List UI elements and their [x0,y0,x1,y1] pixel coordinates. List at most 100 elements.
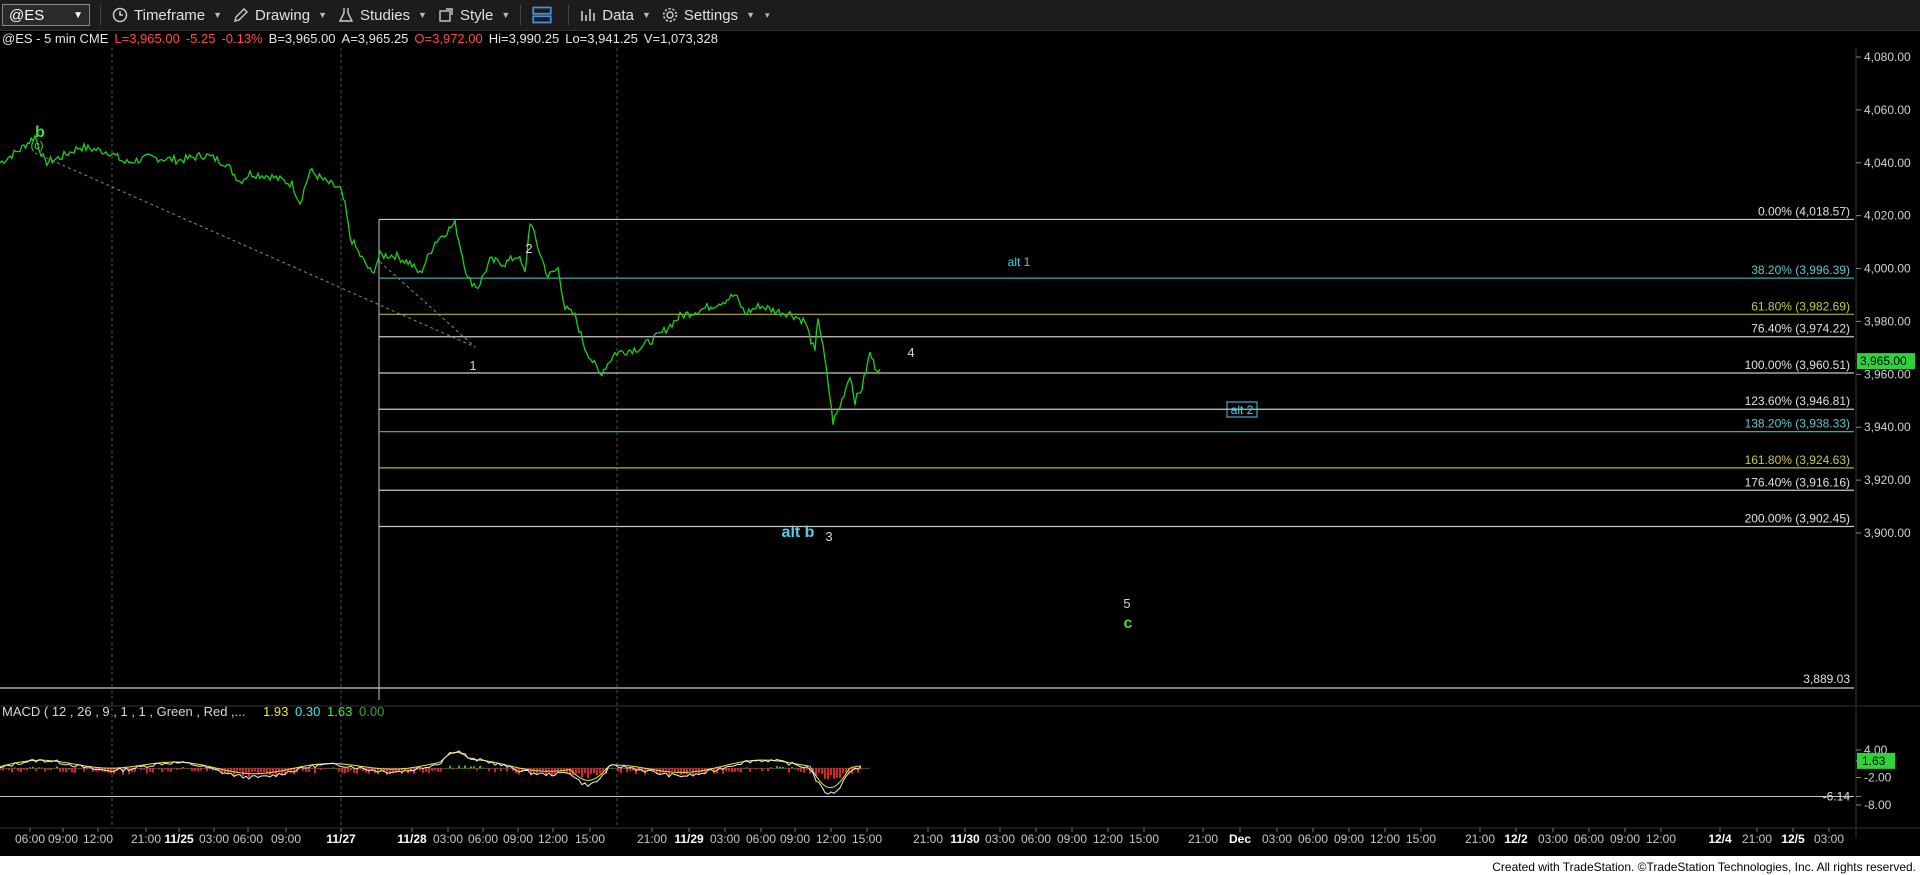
net-change: -5.25 [185,31,216,46]
studies-menu[interactable]: Studies ▼ [337,7,427,24]
time-tick-label: 21:00 [913,832,943,846]
fib-level-label: 138.20% (3,938.33) [1745,417,1850,431]
time-tick-label: 21:00 [637,832,667,846]
wave-label: alt b [782,524,815,541]
time-tick-label: 06:00 [746,832,776,846]
wave-label: 3 [825,529,832,544]
time-tick-label: 09:00 [1057,832,1087,846]
toolbar-separator [520,5,522,25]
time-tick-label: 12/2 [1504,832,1528,846]
chevron-down-icon: ▼ [641,10,651,20]
time-tick-label: 12:00 [1370,832,1400,846]
overflow-chevron-icon[interactable]: ▾ [765,10,770,21]
quote-infobar: @ES - 5 min CME L=3,965.00 -5.25 -0.13% … [0,31,718,48]
time-tick-label: 06:00 [1021,832,1051,846]
time-tick-label: 11/25 [164,832,194,846]
pencil-icon [234,8,249,22]
symbol-selector[interactable]: @ES ▼ [2,4,90,26]
data-menu[interactable]: Data ▼ [579,7,651,24]
fib-level-label: 176.40% (3,916.16) [1745,475,1850,489]
fib-level-label: 123.60% (3,946.81) [1745,394,1850,408]
style-label: Style [459,6,494,24]
wave-label: 5 [1123,596,1130,611]
time-tick-label: 15:00 [852,832,882,846]
toolbar-separator [568,5,570,25]
price-tick-label: 4,060.00 [1864,103,1911,117]
clock-icon [112,7,128,23]
time-tick-label: 06:00 [1298,832,1328,846]
fib-level-label: 0.00% (4,018.57) [1758,204,1850,218]
chart-toolbar: @ES ▼ Timeframe ▼ Drawing ▼ Studies ▼ St… [0,0,1920,31]
wave-label: 1 [469,358,476,373]
time-tick-label: 15:00 [1129,832,1159,846]
wave-label: b [35,124,45,141]
last-price-label: 3,965.00 [1860,354,1907,368]
macd-value: 1.63 [327,704,352,719]
time-tick-label: 03:00 [710,832,740,846]
time-tick-label: 03:00 [1814,832,1844,846]
bid-price: B=3,965.00 [268,31,336,46]
price-chart[interactable]: 4,080.00 4,060.00 4,040.00 4,020.00 4,000.00… [0,48,1920,856]
low-level-label: 3,889.03 [1803,672,1850,686]
time-tick-label: 09:00 [1610,832,1640,846]
time-tick-label: 21:00 [131,832,161,846]
symbol-info: @ES - 5 min CME [2,31,109,46]
time-tick-label: 06:00 [233,832,263,846]
macd-tick-label: -8.00 [1864,798,1892,812]
macd-tick-label: -2.00 [1864,771,1892,785]
fib-level-label: 200.00% (3,902.45) [1745,512,1850,526]
time-tick-label: 03:00 [433,832,463,846]
drawing-label: Drawing [255,6,311,24]
data-label: Data [602,6,634,24]
wave-label: alt 1 [1008,255,1031,269]
ask-price: A=3,965.25 [341,31,409,46]
time-tick-label: 12:00 [83,832,113,846]
fib-level-label: 161.80% (3,924.63) [1745,453,1850,467]
time-tick-label: 15:00 [1406,832,1436,846]
settings-label: Settings [683,6,739,24]
time-tick-label: 21:00 [1742,832,1772,846]
time-tick-label: 12:00 [538,832,568,846]
price-tick-label: 4,040.00 [1864,156,1911,170]
time-tick-label: 06:00 [1574,832,1604,846]
wave-label: 2 [525,241,532,256]
timeframe-label: Timeframe [134,6,206,24]
time-tick-label: 11/28 [397,832,427,846]
chevron-down-icon: ▼ [418,10,427,20]
macd-tick-label: 1.63 [1862,754,1886,768]
pct-change: -0.13% [221,31,263,46]
price-tick-label: 3,900.00 [1864,526,1911,540]
price-tick-label: 3,980.00 [1864,314,1911,328]
time-tick-label: 09:00 [1334,832,1364,846]
price-tick-label: 4,020.00 [1864,209,1911,223]
low-price: Lo=3,941.25 [565,31,638,46]
time-tick-label: 09:00 [271,832,301,846]
price-tick-label: 3,940.00 [1864,420,1911,434]
time-tick-label: 03:00 [1262,832,1292,846]
time-tick-label: 11/29 [674,832,704,846]
layout-icon [532,6,552,24]
time-tick-label: 09:00 [503,832,533,846]
time-tick-label: 12/4 [1708,832,1732,846]
price-series-line [0,133,881,425]
price-tick-label: 4,080.00 [1864,50,1911,64]
macd-value: 0.30 [295,704,320,719]
time-tick-label: 12:00 [1093,832,1123,846]
symbol-text: @ES [9,6,45,24]
layout-button[interactable] [531,5,558,25]
open-price: O=3,972.00 [414,31,483,46]
time-tick-label: 11/27 [326,832,356,846]
drawing-menu[interactable]: Drawing ▼ [232,7,327,24]
chevron-down-icon: ▼ [73,9,83,21]
time-tick-label: 06:00 [15,832,45,846]
timeframe-menu[interactable]: Timeframe ▼ [111,7,222,24]
chevron-down-icon: ▼ [213,10,223,20]
footer-credit: Created with TradeStation. ©TradeStation… [1492,860,1916,874]
wave-label: c [1124,615,1133,632]
time-tick-label: 21:00 [1465,832,1495,846]
time-tick-label: 12/5 [1781,832,1805,846]
settings-menu[interactable]: Settings ▼ ▾ [661,7,770,24]
dashed-trendline [379,261,476,348]
time-tick-label: 15:00 [575,832,605,846]
style-menu[interactable]: Style ▼ [437,7,510,24]
